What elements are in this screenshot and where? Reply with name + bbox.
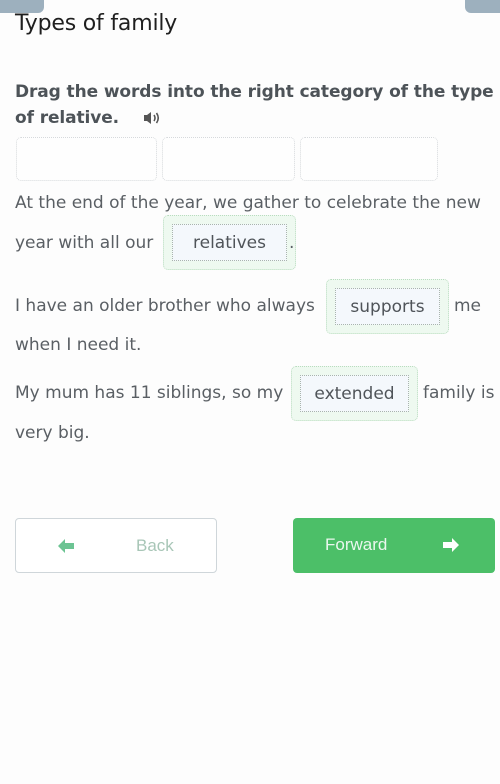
instruction: Drag the words into the right category o… xyxy=(15,79,500,131)
word-bank-slot[interactable] xyxy=(300,137,438,181)
back-button[interactable]: Back xyxy=(15,518,217,573)
sentence-1-after: . xyxy=(289,233,295,253)
sentence-2-after: me xyxy=(454,296,482,316)
top-right-tab[interactable] xyxy=(465,0,500,13)
forward-label: Forward xyxy=(325,535,388,554)
drop-zone-1[interactable]: relatives xyxy=(163,215,296,270)
page-title: Types of family xyxy=(15,11,178,36)
sentence-3-before: My mum has 11 siblings, so my xyxy=(15,383,284,403)
sentence-2-line-2: when I need it. xyxy=(15,335,142,355)
word-bank-slot[interactable] xyxy=(162,137,295,181)
arrow-left-icon xyxy=(56,537,76,555)
arrow-right-icon xyxy=(441,536,461,554)
forward-button[interactable]: Forward xyxy=(293,518,495,573)
word-chip-extended[interactable]: extended xyxy=(300,375,409,412)
back-label: Back xyxy=(136,536,174,555)
sentence-3-line-2: very big. xyxy=(15,423,90,443)
word-bank-slot[interactable] xyxy=(16,137,157,181)
drop-zone-2[interactable]: supports xyxy=(326,279,449,334)
sentence-2-before: I have an older brother who always xyxy=(15,296,315,316)
instruction-text: Drag the words into the right category o… xyxy=(15,82,494,128)
sentence-1-before: year with all our xyxy=(15,233,154,253)
drop-zone-3[interactable]: extended xyxy=(291,366,418,421)
word-chip-supports[interactable]: supports xyxy=(335,288,440,325)
sentence-3-after: family is xyxy=(423,383,495,403)
sentence-1-line-1: At the end of the year, we gather to cel… xyxy=(15,193,481,213)
word-chip-relatives[interactable]: relatives xyxy=(172,224,287,261)
speaker-icon[interactable] xyxy=(143,108,163,124)
